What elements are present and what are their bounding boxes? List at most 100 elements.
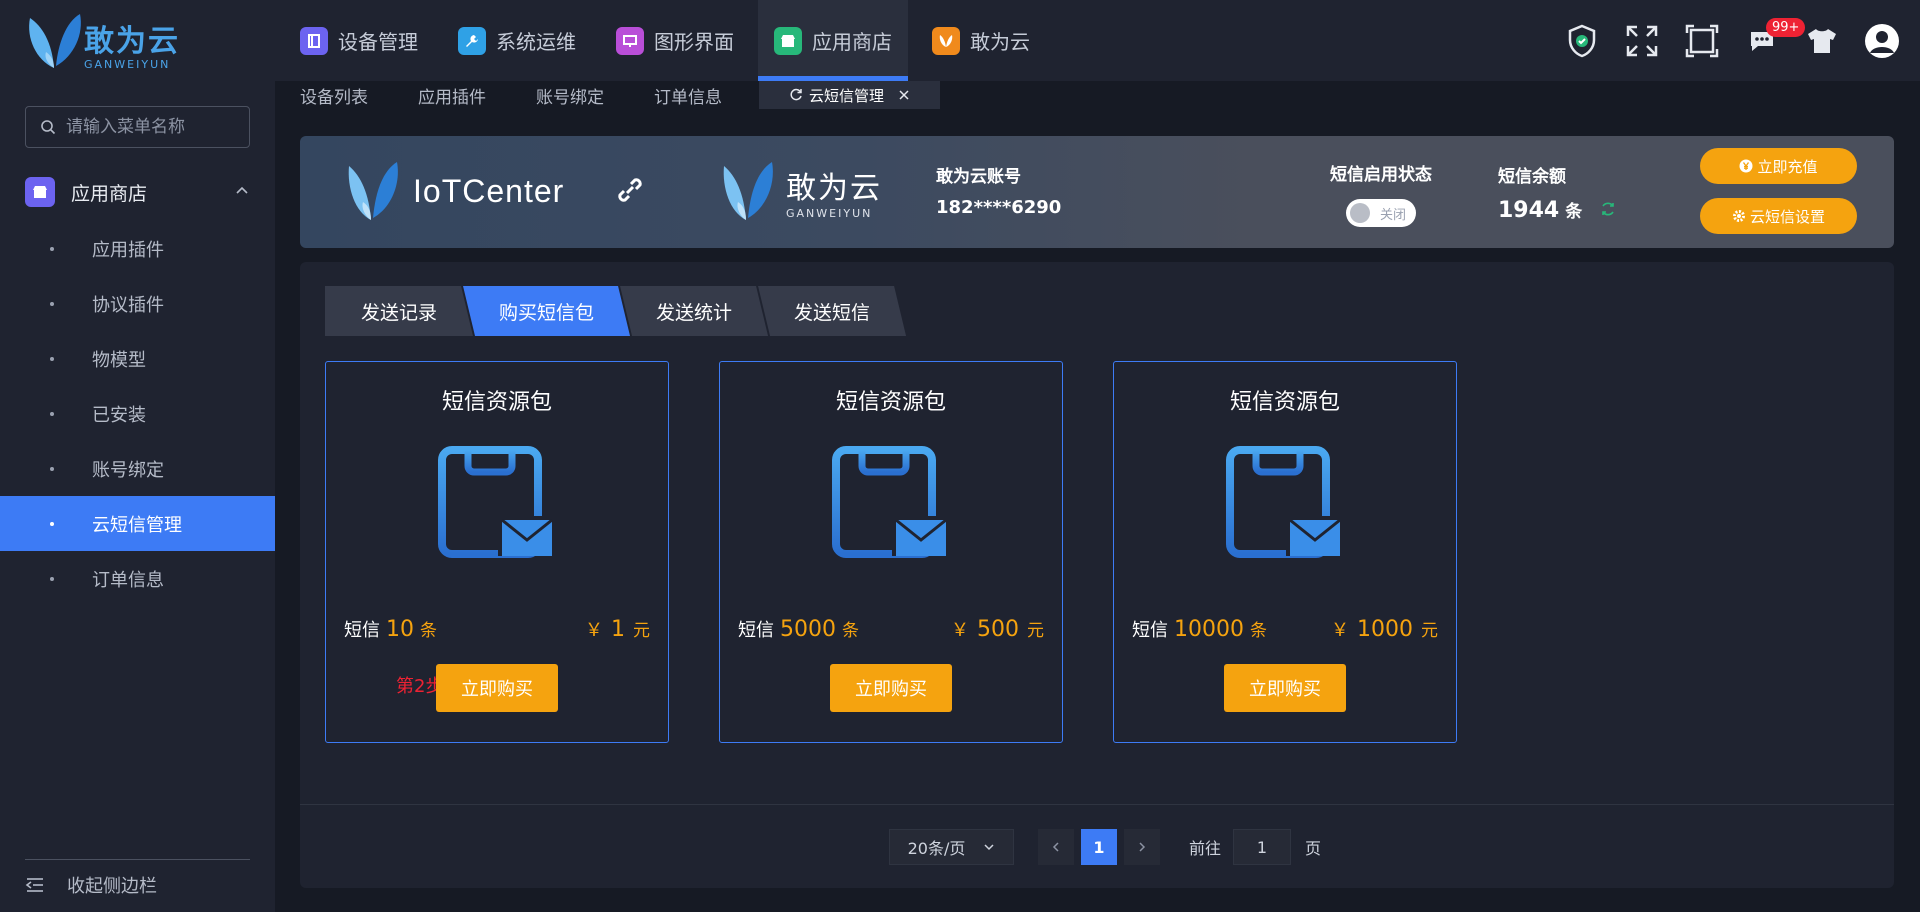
- sidebar-item-label: 订单信息: [92, 569, 164, 591]
- sms-sub-tabs: 发送记录 购买短信包 发送统计 发送短信: [325, 286, 896, 336]
- nav-ganweiyun[interactable]: 敢为云: [916, 0, 1046, 81]
- close-icon[interactable]: [898, 89, 910, 101]
- nav-system-ops[interactable]: 系统运维: [442, 0, 592, 81]
- refresh-icon[interactable]: [789, 88, 803, 102]
- bullet-icon: [50, 356, 54, 361]
- sms-package-icon: [832, 446, 947, 558]
- sms-package-card: 短信资源包 短信 10000 条 ￥ 1000 元 立即购买: [1113, 361, 1457, 743]
- sidebar-item-label: 账号绑定: [92, 459, 164, 481]
- recharge-label: 立即充值: [1757, 157, 1818, 176]
- buy-now-button[interactable]: 立即购买: [436, 664, 558, 712]
- price-unit: 元: [1027, 621, 1044, 641]
- menu-search[interactable]: [25, 106, 250, 148]
- store-icon: [774, 26, 802, 55]
- tab-device-list[interactable]: 设备列表: [275, 81, 393, 109]
- gear-icon: [1732, 210, 1745, 222]
- monitor-icon: [616, 26, 644, 55]
- sidebar-item-protocol-plugins[interactable]: 协议插件: [0, 276, 275, 331]
- goto-page-input[interactable]: [1233, 829, 1292, 865]
- sub-tab-label: 发送短信: [794, 301, 871, 324]
- sidebar-menu: 应用插件 协议插件 物模型 已安装 账号绑定 云短信管理 订单信息: [0, 221, 275, 606]
- link-icon: [614, 174, 646, 210]
- sidebar-item-installed[interactable]: 已安装: [0, 386, 275, 441]
- prev-page-button[interactable]: [1038, 829, 1074, 865]
- bullet-icon: [50, 411, 54, 416]
- tab-account-binding[interactable]: 账号绑定: [511, 81, 629, 109]
- sidebar-group-app-store[interactable]: 应用商店: [0, 165, 275, 219]
- user-avatar-icon[interactable]: [1852, 0, 1912, 81]
- butterfly-logo-icon: [723, 162, 773, 220]
- currency-symbol: ￥: [1331, 620, 1349, 641]
- search-input[interactable]: [66, 117, 236, 137]
- top-header: 敢为云 GANWEIYUN 设备管理 系统运维 图形界面 应用商店 敢为云 99…: [0, 0, 1920, 81]
- sms-count: 10000: [1174, 617, 1244, 642]
- recharge-button[interactable]: 立即充值: [1700, 148, 1857, 184]
- refresh-icon[interactable]: [1600, 201, 1616, 217]
- tab-send-stats[interactable]: 发送统计: [620, 286, 768, 336]
- next-page-button[interactable]: [1124, 829, 1160, 865]
- tab-send-sms[interactable]: 发送短信: [758, 286, 906, 336]
- page-size-select[interactable]: 20条/页: [889, 829, 1014, 865]
- sms-enable-toggle[interactable]: 关闭: [1346, 199, 1416, 227]
- sms-settings-button[interactable]: 云短信设置: [1700, 198, 1857, 234]
- account-label: 敢为云账号: [936, 167, 1021, 187]
- butterfly-icon: [932, 26, 960, 55]
- search-icon: [41, 120, 56, 135]
- tab-buy-package[interactable]: 购买短信包: [463, 286, 630, 336]
- page-number-button[interactable]: 1: [1081, 829, 1117, 865]
- fullscreen-icon[interactable]: [1612, 0, 1672, 81]
- tab-app-plugins[interactable]: 应用插件: [393, 81, 511, 109]
- tshirt-icon[interactable]: [1792, 0, 1852, 81]
- nav-label: 系统运维: [496, 30, 576, 54]
- sidebar-item-thing-model[interactable]: 物模型: [0, 331, 275, 386]
- bullet-icon: [50, 301, 54, 306]
- logo-subtitle: GANWEIYUN: [84, 58, 171, 71]
- header-actions: 99+: [1552, 0, 1920, 81]
- bullet-icon: [50, 246, 54, 251]
- message-icon[interactable]: 99+: [1732, 0, 1806, 81]
- sms-label: 短信: [344, 620, 380, 641]
- page-label: 页: [1305, 839, 1322, 858]
- sidebar-item-cloud-sms[interactable]: 云短信管理: [0, 496, 275, 551]
- count-unit: 条: [420, 621, 437, 641]
- bullet-icon: [50, 466, 54, 471]
- chevron-up-icon: [236, 186, 248, 194]
- balance-value: 1944: [1498, 198, 1560, 223]
- nav-graphic-ui[interactable]: 图形界面: [600, 0, 750, 81]
- collapse-sidebar-button[interactable]: 收起侧边栏: [25, 859, 250, 909]
- nav-label: 应用商店: [812, 30, 892, 54]
- tab-cloud-sms[interactable]: 云短信管理: [759, 81, 941, 109]
- sidebar-item-order-info[interactable]: 订单信息: [0, 551, 275, 606]
- screen-frame-icon[interactable]: [1672, 0, 1732, 81]
- goto-label: 前往: [1189, 839, 1222, 858]
- tab-label: 云短信管理: [809, 86, 885, 105]
- card-title: 短信资源包: [835, 390, 946, 415]
- buy-now-button[interactable]: 立即购买: [830, 664, 952, 712]
- nav-label: 敢为云: [970, 30, 1030, 54]
- account-banner: IoTCenter 敢为云 GANWEIYUN 敢为云账号 182****629…: [300, 136, 1894, 248]
- butterfly-logo-icon: [348, 162, 398, 220]
- package-price: 500: [977, 617, 1019, 642]
- shield-icon[interactable]: [1552, 0, 1612, 81]
- tab-label: 订单信息: [654, 87, 722, 108]
- nav-device-management[interactable]: 设备管理: [284, 0, 434, 81]
- sms-package-card: 短信资源包 短信 5000 条 ￥ 500 元 立即购买: [719, 361, 1063, 743]
- ganweiyun-logo[interactable]: 敢为云 GANWEIYUN: [24, 8, 194, 74]
- butterfly-logo-icon: [29, 14, 81, 68]
- iotcenter-logo: IoTCenter: [345, 156, 564, 226]
- nav-app-store[interactable]: 应用商店: [758, 0, 908, 81]
- sidebar-item-label: 协议插件: [92, 294, 164, 316]
- tab-send-records[interactable]: 发送记录: [325, 286, 473, 336]
- card-title: 短信资源包: [1229, 390, 1340, 415]
- sidebar-item-app-plugins[interactable]: 应用插件: [0, 221, 275, 276]
- tab-order-info[interactable]: 订单信息: [629, 81, 747, 109]
- sms-package-icon: [1226, 446, 1341, 558]
- sub-tab-label: 发送记录: [361, 301, 438, 324]
- bullet-icon: [50, 521, 54, 526]
- sidebar-item-account-binding[interactable]: 账号绑定: [0, 441, 275, 496]
- wrench-icon: [458, 26, 486, 55]
- yen-icon: [1739, 159, 1753, 173]
- sidebar-group-label: 应用商店: [71, 182, 148, 205]
- buy-now-button[interactable]: 立即购买: [1224, 664, 1346, 712]
- chevron-down-icon: [984, 844, 994, 851]
